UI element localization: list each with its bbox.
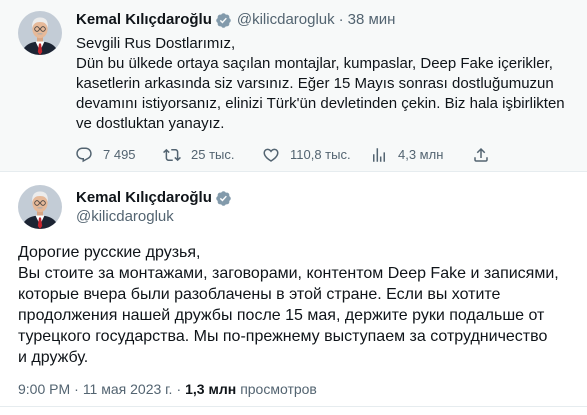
tweet-meta: 9:00 PM · 11 мая 2023 г. · 1,3 млн просм… (18, 379, 317, 399)
verified-badge-icon[interactable] (215, 190, 232, 207)
verified-badge-icon[interactable] (215, 12, 232, 29)
meta-separator: · (176, 381, 182, 397)
views-button[interactable]: 4,3 млн (370, 146, 443, 164)
author-name[interactable]: Kemal Kılıçdaroğlu (76, 188, 212, 208)
tweet-time[interactable]: 9:00 PM (18, 379, 70, 399)
profile-photo-icon (18, 11, 62, 55)
heart-icon (262, 146, 280, 164)
tweet-text: Sevgili Rus Dostlarımız, Dün bu ülkede o… (76, 35, 565, 132)
detail-tweet[interactable]: Kemal Kılıçdaroğlu @kilicdarogluk Дороги… (0, 172, 587, 407)
tweet-actions: 7 495 25 тыс. 110,8 тыс. 4,3 млн (0, 146, 587, 164)
tweet-text: Дорогие русские друзья, Вы стоите за мон… (18, 244, 559, 366)
retweet-button[interactable]: 25 тыс. (163, 146, 234, 164)
author-handle[interactable]: @kilicdarogluk (237, 10, 335, 30)
meta-separator: · (74, 381, 79, 397)
tweet-screenshot: Kemal Kılıçdaroğlu @kilicdarogluk · 38 м… (0, 0, 587, 415)
author-avatar[interactable] (18, 11, 62, 55)
views-count: 1,3 млн (185, 381, 237, 397)
timeline-tweet[interactable]: Kemal Kılıçdaroğlu @kilicdarogluk · 38 м… (0, 0, 587, 172)
like-count: 110,8 тыс. (290, 147, 351, 162)
tweet-date[interactable]: 11 мая 2023 г. (83, 379, 173, 399)
author-avatar[interactable] (18, 185, 62, 229)
author-name[interactable]: Kemal Kılıçdaroğlu (76, 10, 212, 30)
author-handle-line: @kilicdarogluk (76, 207, 174, 227)
header-separator: · (338, 11, 344, 28)
reply-button[interactable]: 7 495 (75, 146, 136, 164)
retweet-icon (163, 146, 181, 164)
share-button[interactable] (472, 146, 490, 164)
tweet-timestamp[interactable]: 38 мин (348, 10, 396, 30)
views-label: просмотров (240, 381, 317, 397)
reply-count: 7 495 (103, 147, 136, 162)
like-button[interactable]: 110,8 тыс. (262, 146, 351, 164)
views-icon (370, 146, 388, 164)
tweet-header: Kemal Kılıçdaroğlu @kilicdarogluk · 38 м… (76, 10, 395, 30)
tweet-header: Kemal Kılıçdaroğlu (76, 188, 232, 208)
retweet-count: 25 тыс. (191, 147, 235, 162)
views-count: 4,3 млн (398, 147, 444, 162)
reply-icon (75, 146, 93, 164)
author-handle[interactable]: @kilicdarogluk (76, 208, 174, 225)
profile-photo-icon (18, 185, 62, 229)
share-icon (472, 146, 490, 164)
